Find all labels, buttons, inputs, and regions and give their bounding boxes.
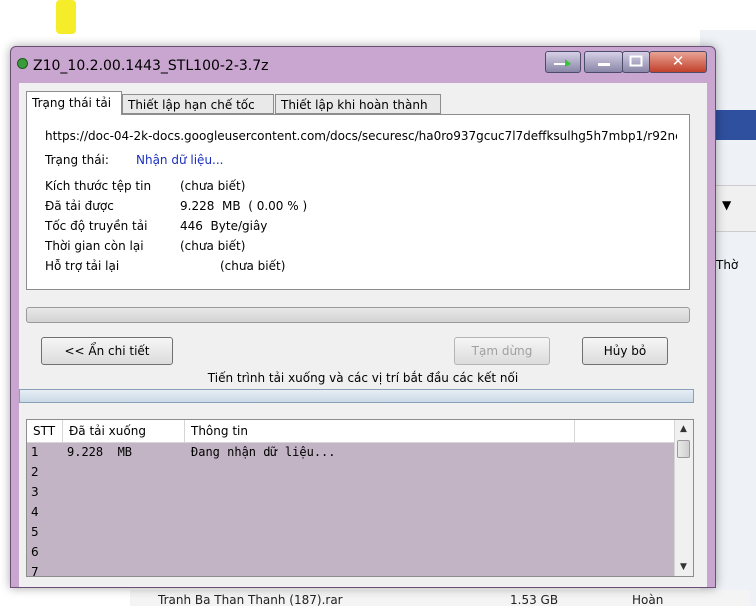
list-item[interactable]: 4	[27, 502, 675, 522]
list-item[interactable]: 2	[27, 462, 675, 482]
list-item[interactable]: 1 9.228 MB Đang nhận dữ liệu...	[27, 442, 675, 462]
connections-progress-bar	[19, 389, 694, 403]
close-button[interactable]: ✕	[649, 51, 707, 73]
title-bar[interactable]: Z10_10.2.00.1443_STL100-2-3.7z ✕	[11, 47, 715, 77]
row-index: 5	[31, 525, 39, 539]
row-index: 3	[31, 485, 39, 499]
time-left-label: Thời gian còn lại	[45, 239, 144, 253]
connections-list: STT Đã tải xuống Thông tin 1 9.228 MB Đa…	[26, 419, 694, 577]
list-item[interactable]: 6	[27, 542, 675, 562]
download-progress-bar	[26, 307, 690, 323]
close-icon: ✕	[671, 52, 685, 70]
background-column-header: Thờ	[716, 258, 739, 272]
window-title: Z10_10.2.00.1443_STL100-2-3.7z	[33, 58, 269, 74]
background-file-size: 1.53 GB	[510, 593, 559, 607]
hide-details-button[interactable]: << Ẩn chi tiết	[41, 337, 173, 365]
row-downloaded: 9.228 MB	[67, 445, 133, 459]
background-list-row: Tranh Ba Than Thanh (187).rar 1.53 GB Ho…	[130, 590, 750, 607]
maximize-button[interactable]	[622, 51, 650, 73]
speed-label: Tốc độ truyền tải	[45, 219, 148, 233]
tab-speed-limit[interactable]: Thiết lập hạn chế tốc độ	[122, 94, 274, 132]
scroll-thumb[interactable]	[677, 440, 690, 458]
window-client-area: Trạng thái tải Thiết lập hạn chế tốc độ …	[19, 83, 707, 587]
tab-on-complete[interactable]: Thiết lập khi hoàn thành tải	[275, 94, 441, 132]
scroll-up-icon[interactable]: ▲	[676, 421, 691, 437]
download-url: https://doc-04-2k-docs.googleusercontent…	[45, 129, 677, 143]
row-info: Đang nhận dữ liệu...	[191, 445, 336, 459]
connections-caption: Tiến trình tải xuống và các vị trí bắt đ…	[207, 371, 519, 385]
file-size-label: Kích thước tệp tin	[45, 179, 152, 193]
status-value: Nhận dữ liệu...	[136, 153, 224, 167]
file-size-value: (chưa biết)	[180, 179, 246, 193]
background-file-status: Hoàn	[632, 593, 664, 607]
minimize-icon	[597, 63, 610, 66]
app-icon	[17, 58, 28, 69]
chevron-down-icon: ▼	[722, 198, 732, 212]
scroll-down-icon[interactable]: ▼	[676, 559, 691, 575]
column-header-index[interactable]: STT	[27, 420, 63, 442]
column-header-info[interactable]: Thông tin	[185, 420, 575, 442]
speed-value: 446 Byte/giây	[180, 219, 268, 233]
list-item[interactable]: 5	[27, 522, 675, 542]
background-decoration	[56, 0, 76, 34]
minimize-button[interactable]	[584, 51, 623, 73]
cancel-button[interactable]: Hủy bỏ	[582, 337, 668, 365]
download-status-panel: https://doc-04-2k-docs.googleusercontent…	[26, 114, 690, 290]
row-index: 6	[31, 545, 39, 559]
resume-support-value: (chưa biết)	[220, 259, 286, 273]
row-index: 1	[31, 445, 39, 459]
pause-button[interactable]: Tạm dừng	[454, 337, 550, 365]
maximize-icon	[629, 55, 643, 67]
downloaded-label: Đã tải được	[45, 199, 114, 213]
arrow-right-icon	[554, 59, 571, 67]
list-scrollbar[interactable]: ▲ ▼	[674, 420, 693, 576]
list-item[interactable]: 3	[27, 482, 675, 502]
time-left-value: (chưa biết)	[180, 239, 246, 253]
background-file-name: Tranh Ba Than Thanh (187).rar	[158, 593, 343, 607]
resume-support-label: Hỗ trợ tải lại	[45, 259, 120, 273]
status-label: Trạng thái:	[45, 153, 109, 167]
row-index: 2	[31, 465, 39, 479]
row-index: 7	[31, 565, 39, 577]
download-window: Z10_10.2.00.1443_STL100-2-3.7z ✕ Trạng t…	[10, 46, 716, 588]
tab-download-status[interactable]: Trạng thái tải	[26, 91, 122, 115]
column-header-downloaded[interactable]: Đã tải xuống	[63, 420, 185, 442]
downloaded-value: 9.228 MB ( 0.00 % )	[180, 199, 308, 213]
list-header: STT Đã tải xuống Thông tin	[27, 420, 675, 443]
list-item[interactable]: 7	[27, 562, 675, 577]
row-index: 4	[31, 505, 39, 519]
tab-label: Trạng thái tải	[32, 96, 112, 110]
send-to-tray-button[interactable]	[545, 51, 581, 73]
column-header-empty[interactable]	[575, 420, 675, 442]
